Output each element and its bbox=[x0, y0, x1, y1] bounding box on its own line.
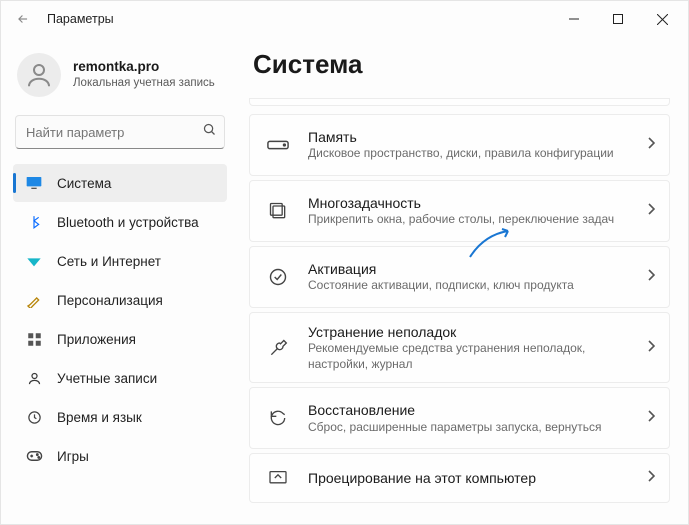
bluetooth-icon bbox=[25, 213, 43, 231]
person-icon bbox=[25, 369, 43, 387]
card-subtitle: Дисковое пространство, диски, правила ко… bbox=[308, 146, 631, 162]
chevron-right-icon bbox=[647, 136, 655, 154]
window-title: Параметры bbox=[47, 12, 114, 26]
card-subtitle: Рекомендуемые средства устранения непола… bbox=[308, 341, 631, 372]
sidebar-item-label: Сеть и Интернет bbox=[57, 254, 161, 269]
chevron-right-icon bbox=[647, 409, 655, 427]
chevron-right-icon bbox=[647, 202, 655, 220]
sidebar-item-gaming[interactable]: Игры bbox=[13, 437, 227, 475]
check-circle-icon bbox=[264, 263, 292, 291]
card-subtitle: Состояние активации, подписки, ключ прод… bbox=[308, 278, 631, 294]
recovery-icon bbox=[264, 404, 292, 432]
sidebar-item-label: Bluetooth и устройства bbox=[57, 215, 199, 230]
card-title: Активация bbox=[308, 260, 631, 278]
apps-icon bbox=[25, 330, 43, 348]
wrench-icon bbox=[264, 334, 292, 362]
card-title: Устранение неполадок bbox=[308, 323, 631, 341]
avatar bbox=[17, 53, 61, 97]
project-icon bbox=[264, 464, 292, 492]
sidebar-item-accounts[interactable]: Учетные записи bbox=[13, 359, 227, 397]
close-button[interactable] bbox=[640, 3, 684, 35]
sidebar: remontka.pro Локальная учетная запись Си… bbox=[1, 37, 239, 524]
network-icon bbox=[25, 252, 43, 270]
card-multitasking[interactable]: Многозадачность Прикрепить окна, рабочие… bbox=[249, 180, 670, 242]
clock-icon bbox=[25, 408, 43, 426]
search-box[interactable] bbox=[15, 115, 225, 149]
card-title: Проецирование на этот компьютер bbox=[308, 469, 631, 487]
user-name: remontka.pro bbox=[73, 59, 215, 76]
card-project[interactable]: Проецирование на этот компьютер bbox=[249, 453, 670, 503]
sidebar-item-label: Учетные записи bbox=[57, 371, 157, 386]
truncated-card-top bbox=[249, 98, 670, 106]
card-subtitle: Прикрепить окна, рабочие столы, переключ… bbox=[308, 212, 631, 228]
sidebar-item-apps[interactable]: Приложения bbox=[13, 320, 227, 358]
gamepad-icon bbox=[25, 447, 43, 465]
titlebar: Параметры bbox=[1, 1, 688, 37]
card-activation[interactable]: Активация Состояние активации, подписки,… bbox=[249, 246, 670, 308]
sidebar-item-personalization[interactable]: Персонализация bbox=[13, 281, 227, 319]
sidebar-item-network[interactable]: Сеть и Интернет bbox=[13, 242, 227, 280]
storage-icon bbox=[264, 131, 292, 159]
chevron-right-icon bbox=[647, 268, 655, 286]
sidebar-nav: Система Bluetooth и устройства Сеть и Ин… bbox=[5, 163, 235, 524]
sidebar-item-label: Система bbox=[57, 176, 111, 191]
system-icon bbox=[25, 174, 43, 192]
brush-icon bbox=[25, 291, 43, 309]
card-recovery[interactable]: Восстановление Сброс, расширенные параме… bbox=[249, 387, 670, 449]
chevron-right-icon bbox=[647, 339, 655, 357]
sidebar-item-label: Игры bbox=[57, 449, 89, 464]
card-troubleshoot[interactable]: Устранение неполадок Рекомендуемые средс… bbox=[249, 312, 670, 383]
sidebar-item-label: Время и язык bbox=[57, 410, 142, 425]
card-subtitle: Сброс, расширенные параметры запуска, ве… bbox=[308, 420, 631, 436]
sidebar-item-label: Персонализация bbox=[57, 293, 163, 308]
search-input[interactable] bbox=[26, 125, 202, 140]
user-block[interactable]: remontka.pro Локальная учетная запись bbox=[5, 43, 235, 111]
card-title: Память bbox=[308, 128, 631, 146]
maximize-button[interactable] bbox=[596, 3, 640, 35]
card-title: Многозадачность bbox=[308, 194, 631, 212]
multitask-icon bbox=[264, 197, 292, 225]
chevron-right-icon bbox=[647, 469, 655, 487]
sidebar-item-system[interactable]: Система bbox=[13, 164, 227, 202]
search-icon bbox=[202, 122, 217, 142]
page-heading: Система bbox=[249, 37, 670, 98]
user-subtitle: Локальная учетная запись bbox=[73, 76, 215, 90]
back-button[interactable] bbox=[5, 1, 41, 37]
sidebar-item-time-language[interactable]: Время и язык bbox=[13, 398, 227, 436]
card-title: Восстановление bbox=[308, 401, 631, 419]
sidebar-item-bluetooth[interactable]: Bluetooth и устройства bbox=[13, 203, 227, 241]
card-storage[interactable]: Память Дисковое пространство, диски, пра… bbox=[249, 114, 670, 176]
main-pane: Система Память Дисковое пространство, ди… bbox=[239, 37, 688, 513]
minimize-button[interactable] bbox=[552, 3, 596, 35]
sidebar-item-label: Приложения bbox=[57, 332, 136, 347]
